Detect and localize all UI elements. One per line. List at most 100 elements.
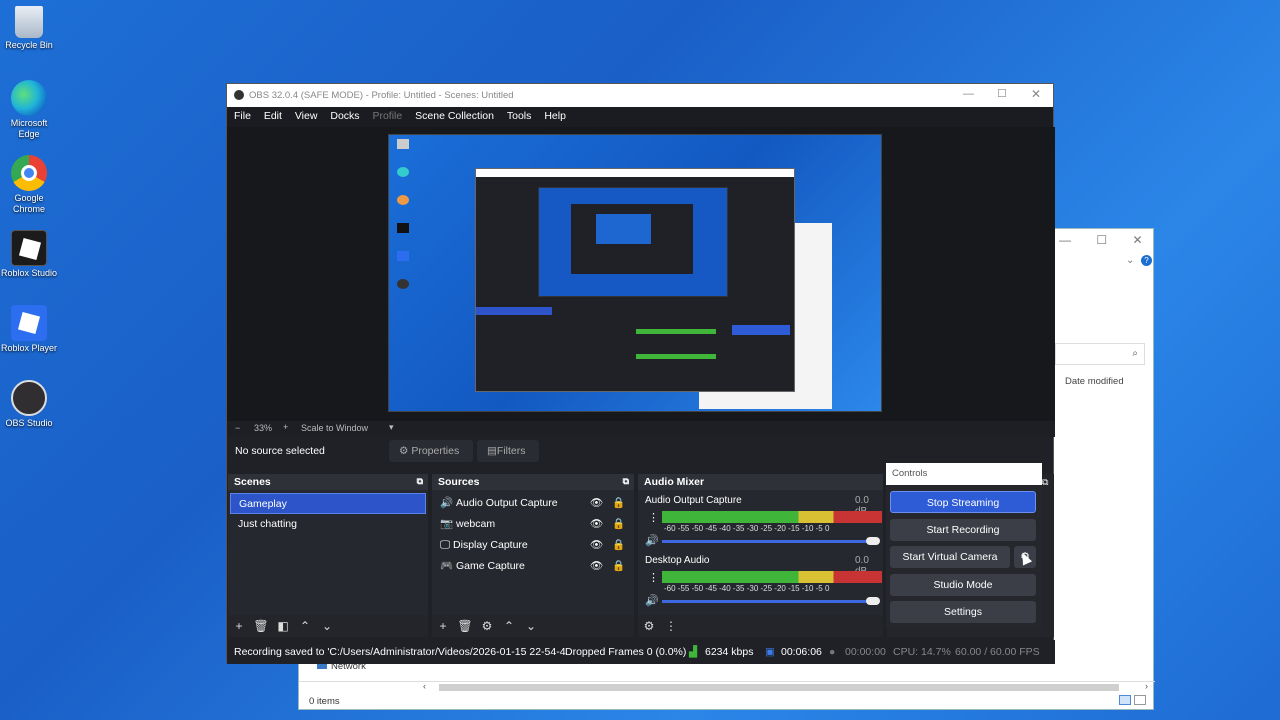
close-icon[interactable]: ✕ — [1031, 87, 1041, 101]
volume-icon[interactable]: 🔊 — [645, 534, 659, 547]
tiles-view-icon[interactable] — [1134, 695, 1147, 705]
move-up-button[interactable]: ⌃ — [294, 615, 316, 637]
window-title: OBS 32.0.4 (SAFE MODE) - Profile: Untitl… — [249, 90, 514, 101]
close-icon[interactable]: ✕ — [1132, 233, 1142, 247]
settings-button[interactable]: Settings — [890, 601, 1036, 623]
details-view-icon[interactable] — [1119, 695, 1131, 705]
desktop-icon-recycle-bin[interactable]: Recycle Bin — [0, 6, 58, 51]
source-item-game-capture[interactable]: 🎮 Game Capture 👁 🔒 — [432, 556, 634, 577]
volume-slider-handle[interactable] — [866, 597, 880, 605]
menu-view[interactable]: View — [290, 107, 323, 122]
column-date-modified[interactable]: Date modified — [1065, 376, 1124, 387]
chevron-down-icon[interactable]: ▾ — [389, 422, 394, 433]
desktop-icon-chrome[interactable]: Google Chrome — [0, 155, 58, 215]
zoom-in-button[interactable]: + — [283, 422, 288, 432]
add-scene-button[interactable]: + — [228, 615, 250, 637]
desktop-icon-roblox-studio[interactable]: Roblox Studio — [0, 230, 58, 279]
menu-file[interactable]: File — [227, 107, 256, 122]
scenes-dock-header: Scenes ⧉ — [228, 474, 428, 490]
visibility-eye-icon[interactable]: 👁 — [590, 535, 603, 556]
move-down-button[interactable]: ⌄ — [520, 615, 542, 637]
expand-ribbon-icon[interactable]: ⌄ — [1126, 255, 1134, 266]
source-properties-button[interactable]: ⚙ — [476, 615, 498, 637]
undock-icon[interactable]: ⧉ — [417, 476, 423, 487]
preview-canvas[interactable] — [388, 134, 882, 412]
horizontal-scrollbar[interactable]: ‹ › — [299, 681, 1155, 693]
source-item-audio-output-capture[interactable]: 🔊 Audio Output Capture 👁 🔒 — [432, 493, 634, 514]
scene-filters-button[interactable]: ◧ — [272, 615, 294, 637]
move-up-button[interactable]: ⌃ — [498, 615, 520, 637]
scenes-toolbar: + 🗑 ◧ ⌃ ⌄ — [228, 615, 428, 637]
maximize-icon[interactable]: ☐ — [1096, 233, 1107, 247]
speaker-icon: 🔊 — [440, 497, 454, 509]
visibility-eye-icon[interactable]: 👁 — [590, 493, 603, 514]
source-item-display-capture[interactable]: 🖵 Display Capture 👁 🔒 — [432, 535, 634, 556]
kebab-menu-icon[interactable]: ⋮ — [648, 511, 659, 524]
scene-item-gameplay[interactable]: Gameplay — [230, 493, 426, 514]
scene-item-just-chatting[interactable]: Just chatting — [230, 514, 426, 535]
volume-slider[interactable] — [662, 600, 874, 603]
advanced-audio-gear-icon[interactable]: ⚙ — [638, 615, 660, 637]
start-virtual-camera-button[interactable]: Start Virtual Camera — [890, 546, 1010, 568]
volume-icon[interactable]: 🔊 — [645, 594, 659, 607]
source-item-webcam[interactable]: 📷 webcam 👁 🔒 — [432, 514, 634, 535]
properties-button[interactable]: ⚙ Properties — [389, 440, 473, 462]
explorer-search-box[interactable]: ⌕ — [1055, 343, 1145, 365]
kebab-menu-icon[interactable]: ⋮ — [648, 571, 659, 584]
title-bar: OBS 32.0.4 (SAFE MODE) - Profile: Untitl… — [227, 84, 1053, 107]
desktop-icon-edge[interactable]: Microsoft Edge — [0, 80, 58, 140]
desktop-icon-label: Google Chrome — [12, 193, 45, 214]
gamepad-icon: 🎮 — [440, 560, 454, 572]
scenes-dock: Scenes ⧉ Gameplay Just chatting + 🗑 ◧ ⌃ ⌄ — [228, 474, 428, 637]
menu-edit[interactable]: Edit — [259, 107, 287, 122]
menu-profile[interactable]: Profile — [367, 107, 407, 122]
zoom-value: 33% — [254, 423, 273, 433]
gear-icon: ⚙ — [399, 445, 409, 457]
desktop-icon-label: Recycle Bin — [5, 40, 53, 50]
menu-tools[interactable]: Tools — [502, 107, 537, 122]
scale-mode-label[interactable]: Scale to Window — [301, 423, 368, 433]
roblox-player-icon — [11, 305, 47, 341]
undock-icon[interactable]: ⧉ — [1042, 477, 1048, 488]
filters-button[interactable]: ▤Filters — [477, 440, 539, 462]
start-recording-button[interactable]: Start Recording — [890, 519, 1036, 541]
kebab-menu-icon[interactable]: ⋮ — [660, 615, 682, 637]
help-icon[interactable]: ? — [1141, 255, 1152, 266]
filter-icon: ▤ — [487, 445, 497, 457]
minimize-icon[interactable]: — — [963, 88, 974, 100]
add-source-button[interactable]: + — [432, 615, 454, 637]
lock-icon[interactable]: 🔒 — [612, 535, 625, 556]
remove-scene-button[interactable]: 🗑 — [250, 615, 272, 637]
volume-slider-handle[interactable] — [866, 537, 880, 545]
preview-area[interactable] — [227, 127, 1055, 421]
controls-dock-title: Controls — [886, 463, 1042, 485]
sources-dock-header: Sources ⧉ — [432, 474, 634, 490]
visibility-eye-icon[interactable]: 👁 — [590, 514, 603, 535]
zoom-out-button[interactable]: − — [235, 423, 240, 433]
desktop-icon-obs[interactable]: OBS Studio — [0, 380, 58, 429]
lock-icon[interactable]: 🔒 — [612, 493, 625, 514]
status-bar: Recording saved to 'C:/Users/Administrat… — [227, 640, 1055, 664]
move-down-button[interactable]: ⌄ — [316, 615, 338, 637]
lock-icon[interactable]: 🔒 — [612, 514, 625, 535]
roblox-studio-icon — [11, 230, 47, 266]
maximize-icon[interactable]: ☐ — [997, 87, 1007, 100]
volume-slider[interactable] — [662, 540, 874, 543]
minimize-icon[interactable]: — — [1059, 233, 1071, 247]
undock-icon[interactable]: ⧉ — [623, 476, 629, 487]
audio-mixer-dock: Audio Mixer Audio Output Capture 0.0 dB … — [638, 474, 883, 637]
menu-scene-collection[interactable]: Scene Collection — [410, 107, 499, 122]
desktop-icon-roblox-player[interactable]: Roblox Player — [0, 305, 58, 354]
studio-mode-button[interactable]: Studio Mode — [890, 574, 1036, 596]
monitor-icon: 🖵 — [440, 539, 451, 551]
visibility-eye-icon[interactable]: 👁 — [590, 556, 603, 577]
desktop-icon-label: OBS Studio — [5, 418, 53, 428]
lock-icon[interactable]: 🔒 — [612, 556, 625, 577]
menu-help[interactable]: Help — [539, 107, 571, 122]
stop-streaming-button[interactable]: Stop Streaming — [890, 491, 1036, 513]
remove-source-button[interactable]: 🗑 — [454, 615, 476, 637]
view-toggle[interactable] — [1119, 695, 1149, 707]
recording-saved-message: Recording saved to 'C:/Users/Administrat… — [234, 646, 566, 658]
camera-icon: 📷 — [440, 518, 454, 530]
menu-docks[interactable]: Docks — [325, 107, 364, 122]
